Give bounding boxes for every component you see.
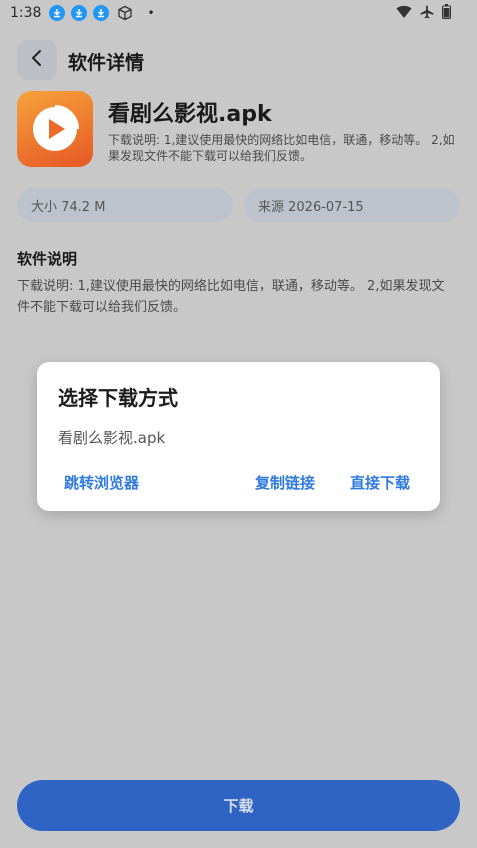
app-description: 下载说明: 1,建议使用最快的网络比如电信，联通，移动等。 2,如果发现文件不能… (108, 133, 455, 163)
notification-dot: • (147, 6, 155, 20)
section-body: 下载说明: 1,建议使用最快的网络比如电信，联通，移动等。 2,如果发现文件不能… (17, 279, 445, 315)
direct-download-button[interactable]: 直接下载 (350, 472, 410, 493)
page-title: 软件详情 (68, 52, 145, 74)
dialog-filename: 看剧么影视.apk (58, 429, 166, 447)
app-icon (17, 91, 93, 167)
section-title: 软件说明 (17, 250, 78, 268)
wifi-icon (396, 5, 412, 23)
chevron-left-icon (30, 49, 44, 71)
status-bar: 1:38 • (0, 0, 477, 26)
download-icon (93, 5, 110, 21)
status-time: 1:38 (10, 5, 42, 21)
app-name: 看剧么影视.apk (108, 102, 272, 127)
package-icon (117, 5, 133, 21)
copy-link-button[interactable]: 复制链接 (255, 472, 315, 493)
download-icon (49, 5, 66, 21)
size-chip: 大小 74.2 M (17, 188, 233, 222)
back-button[interactable] (17, 40, 57, 80)
open-browser-button[interactable]: 跳转浏览器 (64, 472, 139, 493)
download-button-label: 下载 (223, 797, 254, 815)
source-chip: 来源 2026-07-15 (244, 188, 460, 222)
download-button[interactable]: 下载 (17, 780, 460, 831)
airplane-icon (420, 5, 434, 23)
dialog-title: 选择下载方式 (58, 386, 178, 410)
battery-icon (442, 4, 451, 23)
download-icon (71, 5, 88, 21)
download-method-dialog: 选择下载方式 看剧么影视.apk 跳转浏览器 复制链接 直接下载 (37, 362, 440, 511)
